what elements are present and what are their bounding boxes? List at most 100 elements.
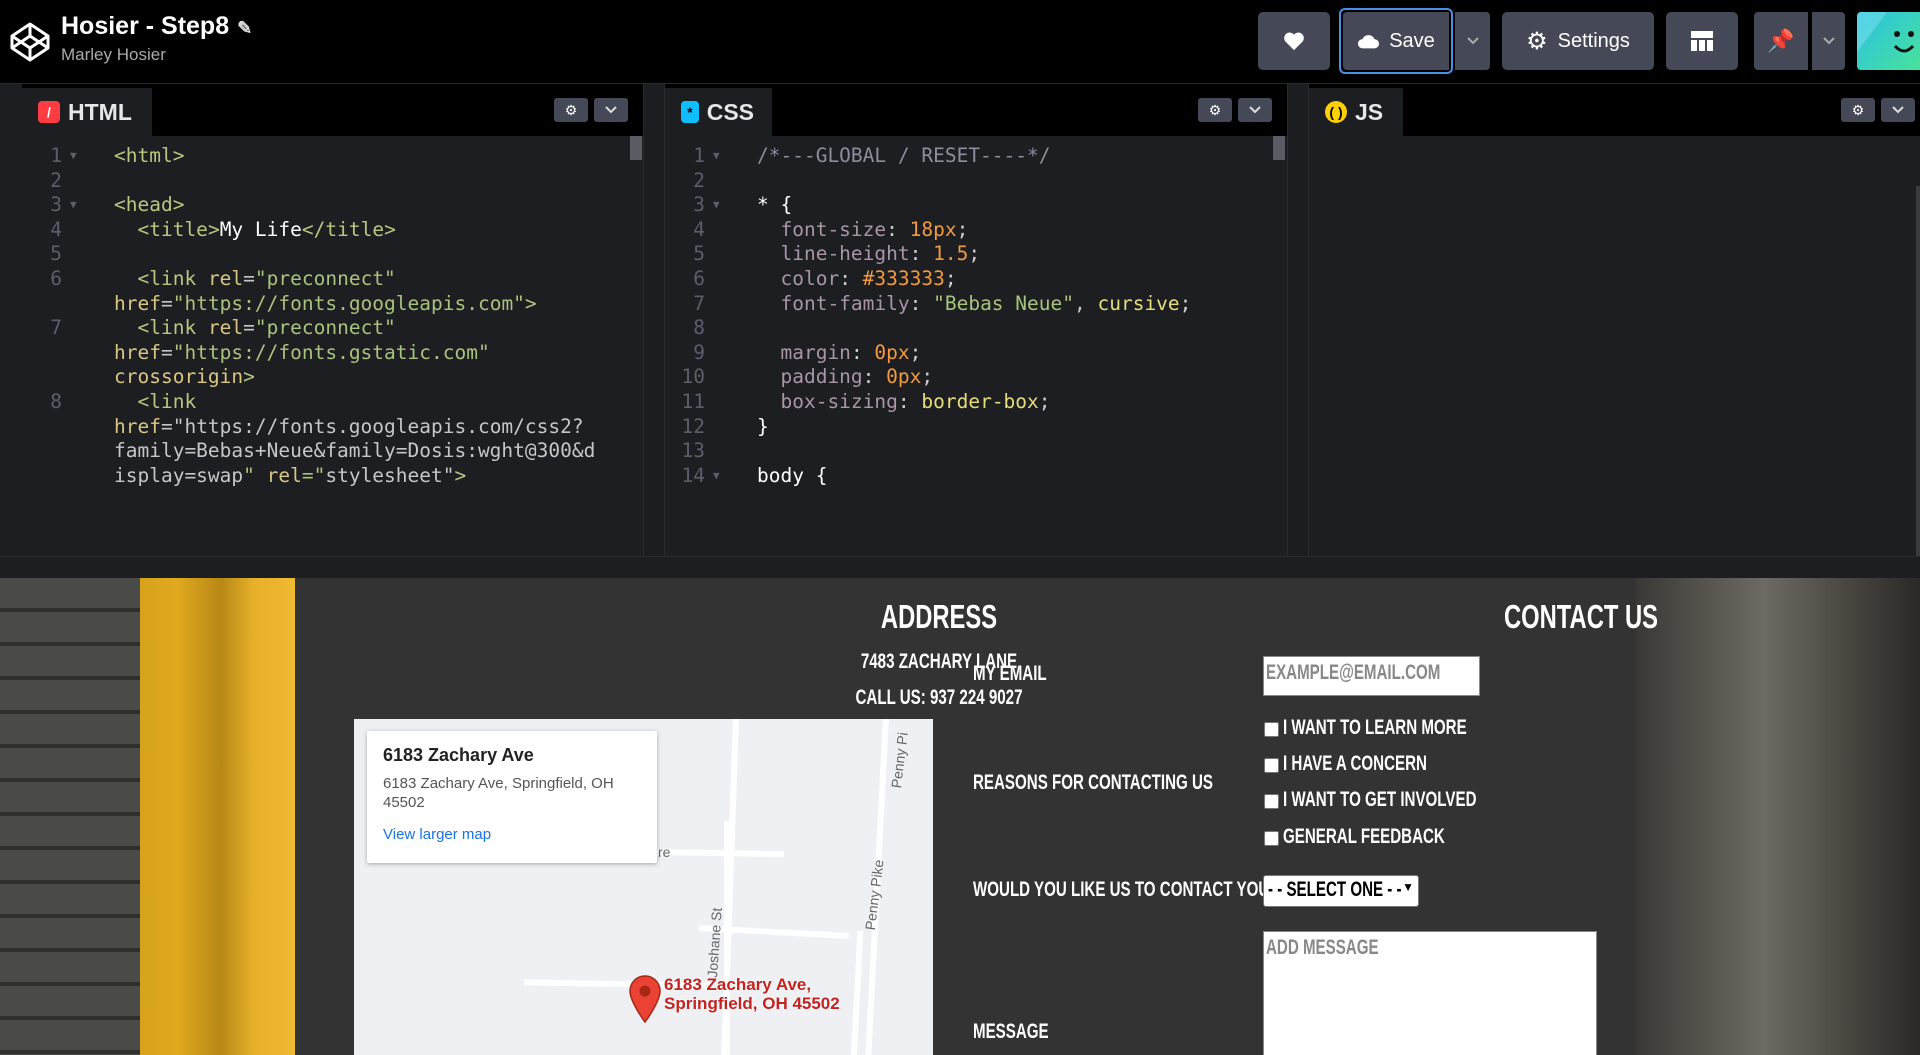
code-line[interactable]: line-height: 1.5;: [757, 242, 1277, 265]
codepen-logo-icon[interactable]: [8, 20, 52, 64]
line-number: 6: [693, 267, 705, 290]
pushpin-icon: 📌: [1767, 28, 1795, 53]
code-line[interactable]: body {: [757, 464, 1277, 487]
code-line[interactable]: font-size: 18px;: [757, 218, 1277, 241]
map-pin-label: 6183 Zachary Ave, Springfield, OH 45502: [664, 975, 840, 1013]
user-avatar[interactable]: [1857, 12, 1920, 70]
code-line[interactable]: href="https://fonts.googleapis.com">: [114, 292, 633, 315]
road-label-joshane: Joshane St: [704, 907, 725, 979]
css-code-editor[interactable]: 1 ▼ /*---GLOBAL / RESET----*/ 2 3 ▼ * {4 font-…: [665, 144, 1287, 556]
line-number: 4: [693, 217, 705, 241]
contact-preference-select[interactable]: - - SELECT ONE - - ▼: [1263, 875, 1419, 907]
line-number: 8: [50, 390, 62, 413]
pane-resizer[interactable]: [1287, 84, 1309, 556]
pencil-icon[interactable]: ✎: [237, 18, 252, 38]
html-code-editor[interactable]: 1 ▼ <html> 2 3 ▼ <head> 4 <title>My Life</title…: [22, 144, 643, 556]
tab-js[interactable]: ( ) JS: [1309, 88, 1403, 136]
map-road: [724, 821, 730, 1055]
cloud-icon: [1358, 35, 1380, 49]
settings-button[interactable]: ⚙ Settings: [1502, 12, 1654, 70]
reason-checkbox-involved[interactable]: [1264, 794, 1279, 809]
line-number: 11: [681, 390, 705, 413]
pin-label-line2: Springfield, OH 45502: [664, 994, 840, 1013]
line-number: 3: [50, 193, 62, 217]
css-scrollbar[interactable]: [1273, 136, 1285, 160]
code-line[interactable]: }: [757, 415, 1277, 438]
code-line[interactable]: <link: [114, 390, 633, 413]
js-pane-header: ( ) JS ⚙: [1309, 84, 1920, 136]
pin-button[interactable]: 📌: [1754, 12, 1808, 70]
editor-area: / HTML ⚙ 1 ▼ <html> 2 3 ▼ <head> 4 <title>My Li…: [0, 84, 1920, 556]
code-line[interactable]: isplay=swap" rel="stylesheet">: [114, 464, 633, 487]
pen-author[interactable]: Marley Hosier: [61, 45, 166, 65]
code-line[interactable]: crossorigin>: [114, 365, 633, 388]
reason-checkbox-concern[interactable]: [1264, 758, 1279, 773]
code-line[interactable]: color: #333333;: [757, 267, 1277, 290]
fold-arrow-icon[interactable]: ▼: [70, 198, 77, 211]
css-pane-header: * CSS ⚙: [665, 84, 1287, 136]
fold-arrow-icon[interactable]: ▼: [713, 149, 720, 162]
code-line[interactable]: <title>My Life</title>: [114, 218, 633, 241]
code-line[interactable]: margin: 0px;: [757, 341, 1277, 364]
chevron-down-icon: [1466, 37, 1479, 45]
line-number: 8: [693, 316, 705, 340]
contact-preference-label: WOULD YOU LIKE US TO CONTACT YOU?: [973, 878, 1279, 901]
css-settings-button[interactable]: ⚙: [1198, 98, 1232, 122]
js-editor-pane: ( ) JS ⚙: [1309, 84, 1920, 556]
line-number: 2: [50, 168, 62, 192]
line-number: 1: [50, 144, 62, 167]
line-number: 13: [681, 439, 705, 463]
chevron-down-icon: [605, 106, 617, 114]
like-button[interactable]: [1258, 12, 1330, 70]
save-dropdown-button[interactable]: [1455, 12, 1490, 70]
html-collapse-button[interactable]: [594, 98, 628, 122]
map-road: [850, 930, 864, 1055]
js-collapse-button[interactable]: [1881, 98, 1915, 122]
html-settings-button[interactable]: ⚙: [554, 98, 588, 122]
layout-grid-icon: [1691, 31, 1713, 51]
code-line[interactable]: <link rel="preconnect": [114, 267, 633, 290]
address-heading: ADDRESS: [880, 598, 998, 635]
fold-arrow-icon[interactable]: ▼: [713, 198, 720, 211]
js-scrollbar[interactable]: [1916, 186, 1920, 556]
email-input[interactable]: EXAMPLE@EMAIL.COM: [1263, 656, 1480, 696]
fold-arrow-icon[interactable]: ▼: [713, 469, 720, 482]
html-pane-header: / HTML ⚙: [22, 84, 643, 136]
pen-title[interactable]: Hosier - Step8 ✎: [61, 12, 252, 41]
message-textarea[interactable]: ADD MESSAGE: [1263, 931, 1597, 1055]
reason-checkbox-feedback[interactable]: [1264, 831, 1279, 846]
map-place-title: 6183 Zachary Ave: [383, 745, 534, 765]
code-line[interactable]: /*---GLOBAL / RESET----*/: [757, 144, 1277, 167]
html-scrollbar[interactable]: [630, 136, 642, 160]
code-line[interactable]: <html>: [114, 144, 633, 167]
line-number: 1: [693, 144, 705, 167]
preview-resizer[interactable]: [0, 556, 1920, 578]
pane-resizer[interactable]: [643, 84, 665, 556]
road-label-penny: Penny Pike: [862, 858, 887, 931]
code-line[interactable]: * {: [757, 193, 1277, 216]
code-line[interactable]: <head>: [114, 193, 633, 216]
js-settings-button[interactable]: ⚙: [1841, 98, 1875, 122]
layout-button[interactable]: [1666, 12, 1738, 70]
code-line[interactable]: box-sizing: border-box;: [757, 390, 1277, 413]
pin-dropdown-button[interactable]: [1812, 12, 1845, 70]
map-pin-icon[interactable]: [628, 975, 662, 1023]
save-button[interactable]: Save: [1343, 12, 1449, 70]
code-line[interactable]: font-family: "Bebas Neue", cursive;: [757, 292, 1277, 315]
js-code-editor[interactable]: [1309, 144, 1920, 556]
reason-checkbox-learn[interactable]: [1264, 722, 1279, 737]
code-line[interactable]: <link rel="preconnect": [114, 316, 633, 339]
embedded-map[interactable]: Penny Pi Penny Pike Joshane St re 6183 Z…: [354, 719, 933, 1055]
code-line[interactable]: family=Bebas+Neue&family=Dosis:wght@300&…: [114, 439, 633, 462]
tab-css[interactable]: * CSS: [665, 88, 772, 136]
fold-arrow-icon[interactable]: ▼: [70, 149, 77, 162]
map-place-address: 6183 Zachary Ave, Springfield, OH 45502: [383, 775, 614, 811]
view-larger-map-link[interactable]: View larger map: [383, 826, 641, 843]
code-line[interactable]: padding: 0px;: [757, 365, 1277, 388]
css-collapse-button[interactable]: [1238, 98, 1272, 122]
message-label: MESSAGE: [973, 1020, 1049, 1043]
heart-icon: [1284, 32, 1304, 51]
tab-html[interactable]: / HTML: [22, 88, 152, 136]
code-line[interactable]: href="https://fonts.gstatic.com": [114, 341, 633, 364]
code-line[interactable]: href="https://fonts.googleapis.com/css2?: [114, 415, 633, 438]
